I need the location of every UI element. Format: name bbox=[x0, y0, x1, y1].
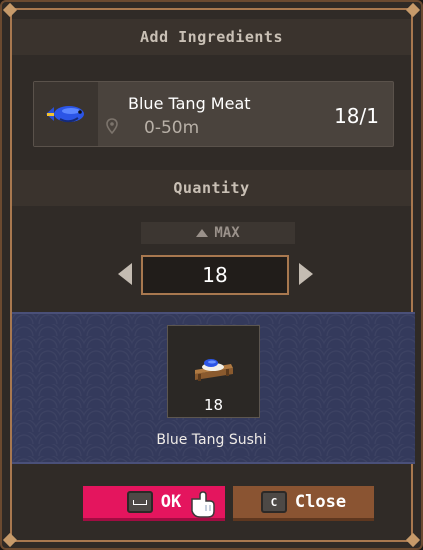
band-edge bbox=[12, 462, 415, 464]
pointing-hand-cursor-icon bbox=[191, 491, 215, 518]
close-button-label: Close bbox=[294, 492, 347, 512]
triangle-up-icon bbox=[196, 229, 209, 237]
ingredient-icon-slot bbox=[34, 82, 98, 146]
max-button[interactable]: MAX bbox=[141, 222, 295, 244]
ingredient-row[interactable]: Blue Tang Meat 0-50m 18/1 bbox=[33, 81, 394, 147]
quantity-header: Quantity bbox=[12, 170, 411, 206]
increase-quantity-arrow-icon[interactable] bbox=[299, 263, 313, 285]
spacebar-key-icon bbox=[126, 491, 153, 513]
ingredient-name: Blue Tang Meat bbox=[128, 94, 251, 113]
blue-tang-sushi-icon bbox=[195, 359, 233, 381]
max-button-label: MAX bbox=[214, 225, 240, 241]
close-button[interactable]: C Close bbox=[233, 486, 374, 521]
decrease-quantity-arrow-icon[interactable] bbox=[118, 263, 132, 285]
c-key-icon: C bbox=[260, 491, 287, 513]
result-dish-name: Blue Tang Sushi bbox=[156, 432, 267, 448]
ingredient-depth: 0-50m bbox=[144, 118, 200, 138]
location-pin-icon bbox=[106, 118, 118, 134]
result-dish-count: 18 bbox=[203, 396, 224, 414]
ingredient-count: 18/1 bbox=[334, 104, 379, 128]
band-edge bbox=[12, 312, 415, 314]
result-dish-card[interactable]: 18 bbox=[167, 325, 260, 418]
dialog-title: Add Ingredients bbox=[12, 19, 411, 55]
blue-tang-fish-icon bbox=[46, 106, 84, 123]
ok-button-label: OK bbox=[160, 492, 182, 512]
add-ingredients-dialog: Add Ingredients Blue Tang Meat 0-50m 18/… bbox=[0, 0, 423, 550]
quantity-input[interactable] bbox=[141, 255, 289, 295]
